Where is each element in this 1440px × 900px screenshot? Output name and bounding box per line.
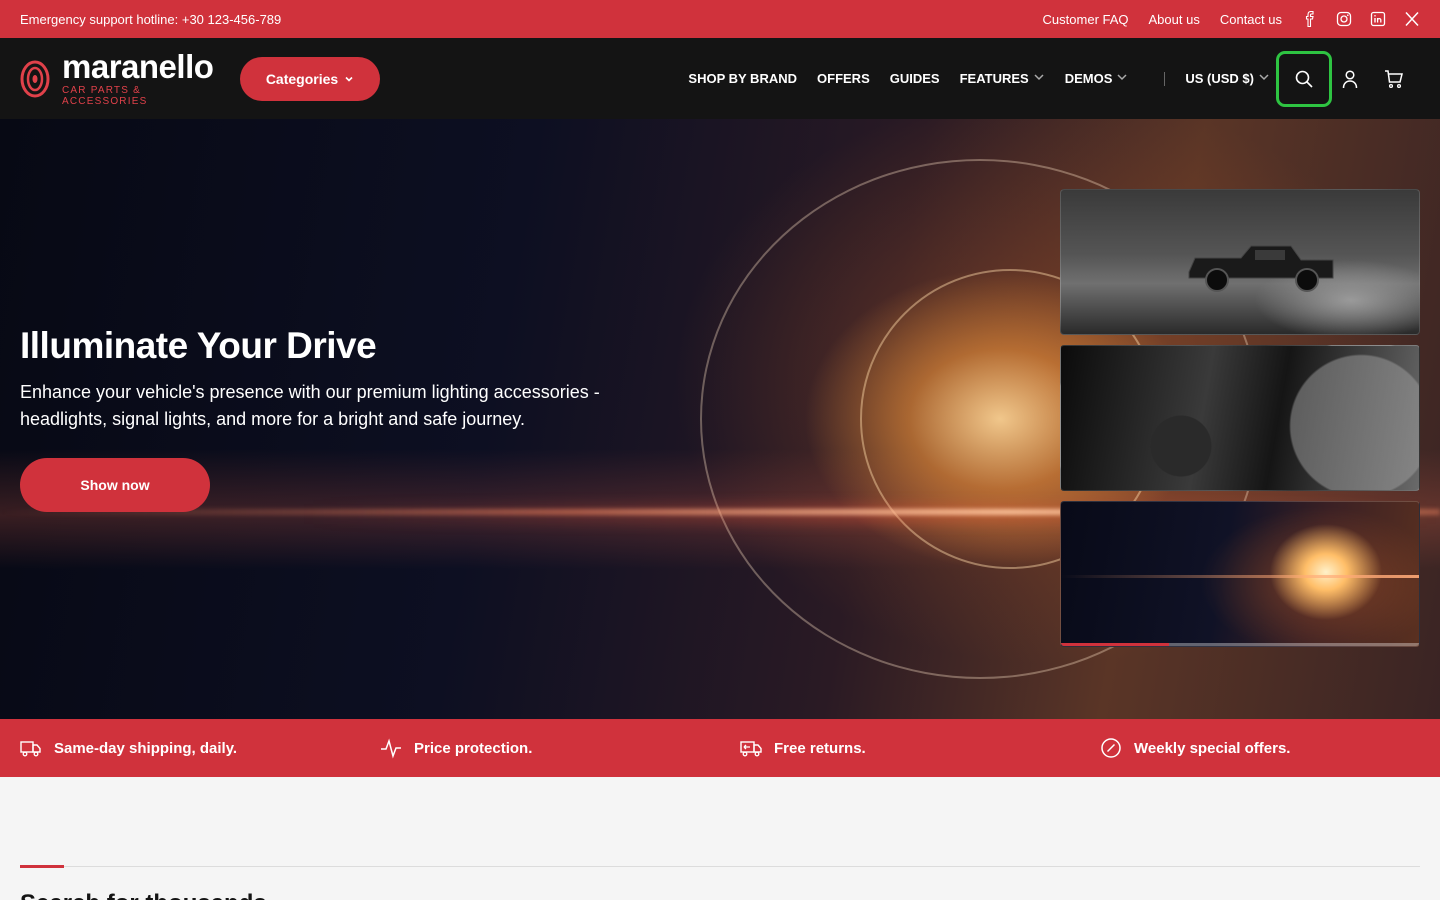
cart-button[interactable] (1368, 53, 1420, 105)
categories-label: Categories (265, 70, 339, 87)
top-links: Customer FAQ About us Contact us (1043, 12, 1282, 27)
instagram-icon[interactable] (1336, 11, 1352, 27)
slide-thumb-offroad-truck[interactable] (1060, 189, 1420, 335)
hero-banner: Illuminate Your Drive Enhance your vehic… (0, 119, 1440, 719)
customer-faq-link[interactable]: Customer FAQ (1043, 12, 1129, 27)
about-us-link[interactable]: About us (1149, 12, 1200, 27)
nav-guides[interactable]: GUIDES (890, 71, 940, 86)
feature-returns-text: Free returns. (774, 739, 866, 757)
light-flare (1061, 575, 1419, 578)
linkedin-icon[interactable] (1370, 11, 1386, 27)
social-links (1302, 11, 1420, 27)
feature-price-text: Price protection. (414, 739, 533, 757)
chevron-down-icon (1258, 71, 1270, 86)
chevron-down-icon (1033, 71, 1045, 86)
truck-image (1188, 245, 1334, 292)
feature-shipping: Same-day shipping, daily. (20, 737, 360, 759)
return-truck-icon (740, 737, 762, 759)
feature-shipping-text: Same-day shipping, daily. (54, 739, 238, 757)
hotline-text: Emergency support hotline: +30 123-456-7… (20, 11, 282, 27)
feature-returns: Free returns. (740, 737, 1080, 759)
currency-label: US (USD $) (1185, 71, 1254, 86)
top-bar: Emergency support hotline: +30 123-456-7… (0, 0, 1440, 38)
nav-shop-by-brand[interactable]: SHOP BY BRAND (688, 71, 797, 86)
hero-slide-thumbnails (1060, 189, 1420, 647)
feature-price: Price protection. (380, 737, 720, 759)
categories-button[interactable]: Categories (240, 56, 380, 101)
section-accent-line (20, 865, 64, 868)
features-strip: Same-day shipping, daily. Price protecti… (0, 719, 1440, 777)
show-now-button[interactable]: Show now (20, 458, 210, 512)
section-divider (20, 866, 1420, 867)
feature-offers-text: Weekly special offers. (1134, 739, 1291, 757)
logo-text: maranello CAR PARTS & ACCESSORIES (62, 47, 220, 107)
section-heading: Search for thousands (20, 890, 267, 900)
feature-offers: Weekly special offers. (1100, 737, 1440, 759)
tire-logo-icon (20, 60, 50, 98)
nav-offers[interactable]: OFFERS (817, 71, 870, 86)
logo-name: maranello (62, 47, 214, 85)
discount-icon (1100, 737, 1122, 759)
account-button[interactable] (1332, 53, 1368, 105)
nav-demos[interactable]: DEMOS (1065, 71, 1129, 86)
nav-divider (1164, 71, 1166, 86)
user-icon (1340, 69, 1360, 89)
main-nav: SHOP BY BRAND OFFERS GUIDES FEATURES DEM… (668, 50, 1420, 107)
currency-selector[interactable]: US (USD $) (1185, 71, 1270, 86)
main-header: maranello CAR PARTS & ACCESSORIES Catego… (0, 38, 1440, 119)
contact-us-link[interactable]: Contact us (1220, 12, 1282, 27)
facebook-icon[interactable] (1302, 11, 1318, 27)
cart-icon (1384, 69, 1404, 89)
search-icon (1294, 69, 1314, 89)
slide-progress-fill (1061, 643, 1169, 646)
x-twitter-icon[interactable] (1404, 11, 1420, 27)
search-button[interactable] (1276, 50, 1332, 107)
logo-tagline: CAR PARTS & ACCESSORIES (62, 84, 148, 107)
site-logo[interactable]: maranello CAR PARTS & ACCESSORIES (20, 47, 220, 107)
slide-thumb-alloy-wheels[interactable] (1060, 345, 1420, 491)
top-bar-right: Customer FAQ About us Contact us (1043, 11, 1420, 27)
search-section: Search for thousands (0, 777, 1440, 900)
hero-subtitle: Enhance your vehicle's presence with our… (20, 382, 600, 429)
hero-title: Illuminate Your Drive (20, 325, 377, 366)
slide-thumb-headlight[interactable] (1060, 501, 1420, 647)
nav-demos-label: DEMOS (1064, 71, 1113, 86)
nav-features-label: FEATURES (959, 71, 1029, 86)
slide-progress-bar (1061, 643, 1419, 646)
pulse-icon (380, 737, 402, 759)
chevron-down-icon (344, 71, 354, 87)
nav-features[interactable]: FEATURES (960, 71, 1045, 86)
delivery-truck-icon (20, 737, 42, 759)
chevron-down-icon (1116, 71, 1128, 86)
